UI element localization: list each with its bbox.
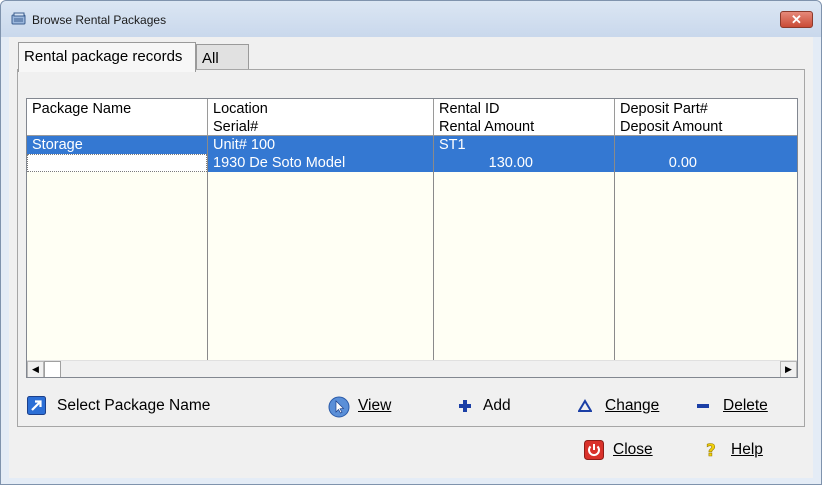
scroll-left-button[interactable]: ◀ [27, 361, 44, 377]
header-line1: Rental ID [439, 101, 500, 117]
tab-panel: Package Name Location Serial# Rental ID … [17, 69, 805, 427]
scroll-thumb[interactable] [44, 361, 61, 377]
delete-button[interactable]: Delete [696, 395, 781, 417]
header-line2: Serial# [213, 119, 259, 135]
minus-icon [697, 404, 709, 408]
select-package-name-button[interactable]: Select Package Name [27, 395, 227, 417]
app-icon [11, 12, 26, 25]
title-bar[interactable]: Browse Rental Packages ✕ [1, 1, 821, 37]
view-button[interactable]: View [328, 395, 408, 418]
action-label: Add [483, 397, 511, 414]
cell-serial: 1930 De Soto Model [213, 155, 346, 171]
plus-icon [459, 400, 471, 412]
window-close-button[interactable]: ✕ [780, 11, 813, 28]
action-label: Change [605, 397, 660, 414]
arrow-left-icon: ◀ [32, 364, 39, 374]
header-line1: Package Name [32, 101, 132, 117]
header-line2: Rental Amount [439, 119, 535, 135]
column-header-package-name[interactable]: Package Name [27, 99, 208, 136]
add-button[interactable]: Add [458, 395, 528, 417]
browse-rental-packages-window: Browse Rental Packages ✕ Rental package … [0, 0, 822, 485]
horizontal-scrollbar[interactable]: ◀ ▶ [27, 360, 797, 377]
triangle-icon [578, 399, 592, 412]
cell-package-name: Storage [32, 137, 83, 153]
close-button[interactable]: Close [584, 439, 674, 463]
close-icon: ✕ [791, 12, 802, 27]
tab-label: All [202, 50, 219, 67]
column-header-deposit-part[interactable]: Deposit Part# Deposit Amount [615, 99, 797, 136]
cell-focus [27, 154, 207, 172]
scroll-right-button[interactable]: ▶ [780, 361, 797, 377]
arrow-right-icon: ▶ [785, 364, 792, 374]
power-icon [584, 440, 604, 460]
action-label: Delete [723, 397, 768, 414]
header-line2: Deposit Amount [620, 119, 723, 135]
window-title: Browse Rental Packages [32, 13, 167, 27]
header-line1: Deposit Part# [620, 101, 708, 117]
cursor-icon [328, 396, 350, 418]
action-label: Select Package Name [57, 397, 211, 414]
action-label: View [358, 397, 392, 414]
tab-all[interactable]: All [196, 44, 249, 69]
tab-rental-package-records[interactable]: Rental package records [18, 42, 196, 72]
rental-packages-grid[interactable]: Package Name Location Serial# Rental ID … [26, 98, 798, 378]
help-label: Help [731, 441, 763, 458]
cell-deposit-amount: 0.00 [668, 155, 697, 171]
close-label: Close [613, 441, 653, 458]
help-button[interactable]: ? Help [704, 439, 784, 463]
column-header-rental-id[interactable]: Rental ID Rental Amount [434, 99, 615, 136]
header-line1: Location [213, 101, 268, 117]
table-row[interactable]: Storage Unit# 100 1930 De Soto Model ST1… [27, 136, 797, 172]
change-button[interactable]: Change [578, 395, 668, 417]
tab-label: Rental package records [24, 48, 183, 65]
cell-location: Unit# 100 [213, 137, 276, 153]
cell-rental-id: ST1 [439, 137, 466, 153]
grid-header: Package Name Location Serial# Rental ID … [27, 99, 797, 136]
question-icon: ? [706, 441, 716, 460]
client-area: Rental package records All Package Name … [9, 37, 813, 478]
cell-rental-amount: 130.00 [488, 155, 533, 171]
column-header-location[interactable]: Location Serial# [208, 99, 434, 136]
svg-text:?: ? [706, 441, 716, 460]
select-arrow-icon [27, 396, 46, 415]
